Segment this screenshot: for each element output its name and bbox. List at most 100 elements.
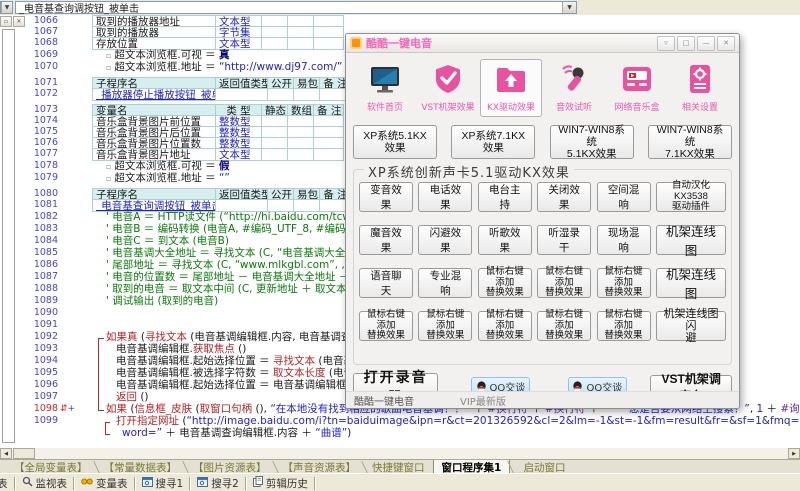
line-marker [58,211,92,223]
code-segment: () [235,343,247,355]
code-table-cell: _播放器停止播放按钮_被单击 [92,88,216,101]
toolbar-item-shield[interactable]: VST机架效果 [417,59,479,117]
line-marker [58,49,92,61]
workspace-tab-7[interactable]: _启动窗口 [510,460,573,474]
line-marker [58,61,92,73]
code-segment: 寻找文本 [145,331,187,343]
kx-effect-button[interactable]: 电台主持 [478,182,532,212]
panel-button-搜寻1[interactable]: 搜寻1 [136,475,190,491]
toolbar-item-folder[interactable]: KX驱动效果 [480,59,542,117]
kx-effect-button[interactable]: 鼠标右键添加 替换效果 [478,268,532,298]
system-kx-button-4[interactable]: WIN7-WIN8系统 7.1KX效果 [648,125,732,159]
line-marker [58,148,92,160]
system-kx-button-1[interactable]: XP系统5.1KX效果 [353,125,437,159]
workspace-tab-1[interactable]: 【全局变量表】 [6,460,96,474]
editor-hscrollbar[interactable]: ◀ ▶ [0,448,800,459]
code-line[interactable]: word=” ＋ 电音基调查询编辑框.内容 ＋ “曲谱”) [0,427,800,439]
kx-effect-button[interactable]: 魔音效果 [359,225,413,255]
code-segment: 假 [219,160,230,172]
line-marker [58,367,92,379]
panel-button-label: 表 [0,476,8,491]
kx-effect-button[interactable]: 听湿录干 [537,225,591,255]
code-segment: “http://image.baidu.com/i?tn=baiduimage&… [186,415,800,427]
panel-button-监视表[interactable]: 监视表 [16,475,74,491]
ide-screen: ▼ _电音基查询调按钮_被单击 ▼ 1066取到的播放器地址文本型1067取到的… [0,0,800,491]
kx-effect-button[interactable]: 闪避效果 [418,225,472,255]
kx-effects-row: 魔音效果闪避效果听歌效果听湿录干现场混响机架连线图 [359,225,726,255]
kx-effect-button[interactable]: 电话效果 [418,182,472,212]
code-line[interactable]: 1099打开指定网址 (“http://image.baidu.com/i?tn… [0,415,800,427]
workspace-tab-3[interactable]: 【图片资源表】 [185,460,275,474]
code-segment: (), [252,403,270,415]
kx-effect-button[interactable]: 专业混响 [418,268,472,298]
dock-restore-button[interactable]: ▫ [0,16,12,27]
dock-close-button[interactable]: ✕ [13,16,25,27]
line-marker [58,307,92,319]
kx-effect-button[interactable]: 鼠标右键添加 替换效果 [597,311,651,341]
minimize-button[interactable]: — [697,36,715,51]
kx-effect-button[interactable]: 鼠标右键添加 替换效果 [418,311,472,341]
scroll-right-icon[interactable]: ▶ [788,448,800,459]
kx-effects-groupbox: XP系统创新声卡5.1驱动KX效果 变音效果电话效果电台主持关闭效果空间混响自动… [353,169,732,365]
kx-effect-button[interactable]: 听歌效果 [478,225,532,255]
panel-button-label: 搜寻1 [156,476,184,491]
panel-button-表[interactable]: 表 [0,475,14,491]
panel-button-搜寻2[interactable]: 搜寻2 [191,475,245,491]
workspace-tab-2[interactable]: 【常量数据表】 [96,460,186,474]
code-segment: 超文本浏览框.地址 ＝ [114,172,219,184]
code-segment: () [137,391,149,403]
code-table-cell [268,88,294,101]
kx-effect-button[interactable]: 机架连线图 [656,225,726,255]
toolbar-item-mic[interactable]: 音效试听 [543,59,605,117]
workspace-tab-6[interactable]: 窗口程序集1 [433,460,511,474]
kx-effect-button[interactable]: 鼠标右键添加 替换效果 [537,311,591,341]
panel-button-变量表[interactable]: 变量表 [75,475,134,491]
panel-button-剪辑历史[interactable]: 剪辑历史 [247,475,314,491]
window-title: 酷酷一键电音 [366,35,655,51]
system-kx-button-2[interactable]: XP系统7.1KX效果 [451,125,535,159]
kx-effect-button[interactable]: 变音效果 [359,182,413,212]
kx-effect-button[interactable]: 现场混响 [597,225,651,255]
procedure-combo[interactable]: _电音基查询调按钮_被单击 ▼ [15,1,577,14]
workspace-tab-4[interactable]: 【声音资源表】 [275,460,365,474]
object-combo[interactable]: ▼ [0,1,13,14]
kx-effect-button[interactable]: 关闭效果 [537,182,591,212]
kx-effect-button[interactable]: 鼠标右键添加 替换效果 [359,311,413,341]
scroll-left-icon[interactable]: ◀ [0,448,12,459]
system-kx-button-3[interactable]: WIN7-WIN8系统 5.1KX效果 [550,125,634,159]
code-segment: ▫ [106,174,111,183]
kx-effect-button[interactable]: 机架连线图 [656,268,726,298]
window-titlebar[interactable]: 酷酷一键电音 ▿□—✕ [346,34,739,53]
kx-effect-button[interactable]: 鼠标右键添加 替换效果 [597,268,651,298]
line-marker [58,223,92,235]
maximize-button[interactable]: □ [677,36,695,51]
code-segment: ( [192,403,199,415]
kx-effects-row: 语音聊天专业混响鼠标右键添加 替换效果鼠标右键添加 替换效果鼠标右键添加 替换效… [359,268,726,298]
scroll-thumb[interactable] [13,448,35,459]
skin-button[interactable]: ▿ [657,36,675,51]
line-marker [58,379,92,391]
kx-effect-button[interactable]: 自动汉化KX3538 驱动插件 [656,182,726,212]
kx-effect-button[interactable]: 空间混响 [597,182,651,212]
kx-tool-window: 酷酷一键电音 ▿□—✕ 软件首页VST机架效果 KX驱动效果音效试听网络音乐盒相关… [345,33,740,409]
app-icon [350,37,362,49]
toolbar-item-monitor[interactable]: 软件首页 [354,59,416,117]
kx-effect-button[interactable]: 语音聊天 [359,268,413,298]
glasses-icon [81,477,93,489]
toolbar-item-musicbox[interactable]: 网络音乐盒 [606,59,668,117]
code-table-cell [216,88,268,101]
settings-icon [683,63,717,98]
dock-panel-strip[interactable] [2,29,15,443]
code-segment: 如果 [106,403,127,415]
code-segment: 电音基调编辑框. [116,343,193,355]
code-table-cell [294,88,320,101]
toolbar-item-settings[interactable]: 相关设置 [669,59,731,117]
kx-effect-button[interactable]: 鼠标右键添加 替换效果 [537,268,591,298]
panel-button-label: 变量表 [96,476,128,491]
toolbar-item-label: KX驱动效果 [487,100,535,113]
workspace-tab-5[interactable]: 快捷键窗口 [364,460,433,474]
kx-effect-button[interactable]: 鼠标右键添加 替换效果 [478,311,532,341]
code-segment: ＋ 电音基调查询编辑框.内容 ＋ [162,427,315,439]
close-button[interactable]: ✕ [717,36,735,51]
kx-effect-button[interactable]: 机架连线图闪 避 [656,311,726,341]
